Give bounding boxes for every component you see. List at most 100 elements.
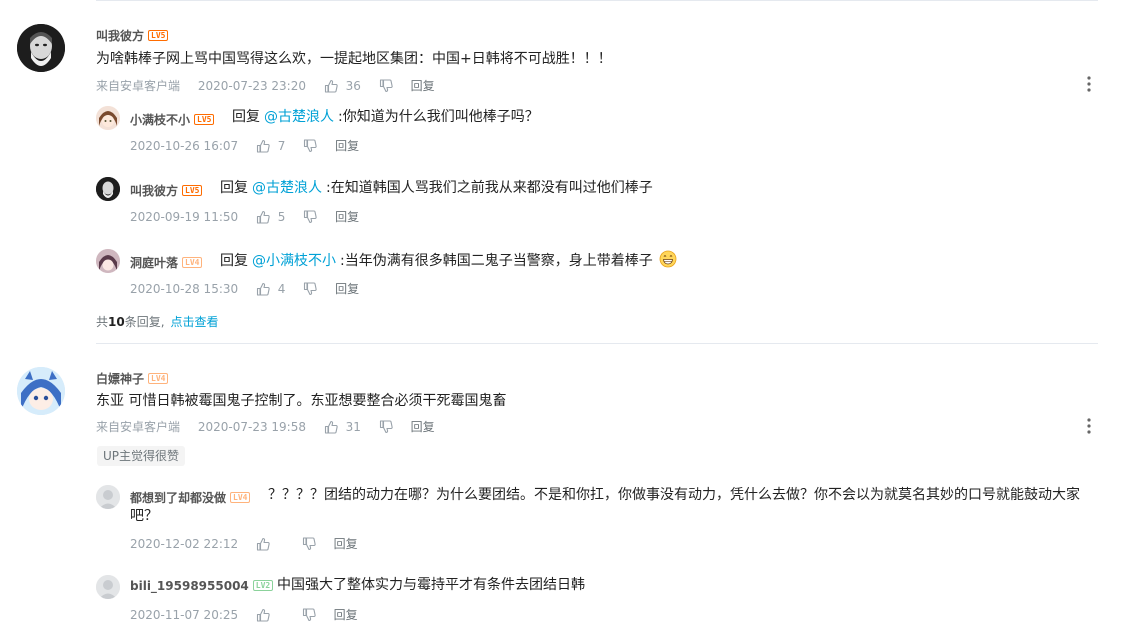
like-icon[interactable] [324, 79, 338, 93]
grin-emoji-icon [659, 250, 677, 268]
view-more-link[interactable]: 点击查看 [171, 315, 219, 329]
dislike-icon[interactable] [303, 138, 317, 153]
anime-girl-avatar-icon [96, 106, 120, 130]
portrait-avatar-icon [17, 24, 65, 72]
mention-link[interactable]: @古楚浪人 [252, 180, 322, 196]
reply-prefix: 回复 [232, 109, 260, 125]
dislike-icon[interactable] [302, 607, 316, 622]
like-icon[interactable] [256, 139, 270, 153]
like-icon[interactable] [256, 282, 270, 296]
like-count: 7 [277, 138, 286, 153]
like-icon[interactable] [256, 537, 270, 551]
reply-avatar[interactable] [96, 249, 120, 273]
reply-body: :当年伪满有很多韩国二鬼子当警察，身上带着棒子 [340, 253, 653, 269]
comment-meta: 来自安卓客户端 2020-07-23 23:20 36 回复 [96, 77, 435, 94]
level-badge: LV5 [182, 185, 203, 196]
avatar[interactable] [17, 24, 65, 72]
level-badge: LV2 [252, 580, 274, 591]
reply-button[interactable]: 回复 [334, 607, 358, 623]
reply-button[interactable]: 回复 [335, 138, 359, 154]
reply-avatar[interactable] [96, 485, 120, 509]
reply-username-text[interactable]: 叫我彼方 [130, 184, 178, 198]
reply-text: ？？？？团结的动力在哪？为什么要团结。不是和你扛，你做事没有动力，凭什么去做？你… [130, 487, 1080, 524]
anime-avatar-icon [96, 249, 120, 273]
reply-text: 回复 @小满枝不小:当年伪满有很多韩国二鬼子当警察，身上带着棒子 [220, 250, 677, 271]
dislike-icon[interactable] [302, 536, 316, 551]
comment-text: 为啥韩棒子网上骂中国骂得这么欢，一提起地区集团：中国+日韩将不可战胜！！！ [96, 51, 612, 67]
more-options-icon[interactable] [1087, 418, 1091, 434]
more-options-icon[interactable] [1087, 76, 1091, 92]
reply-button[interactable]: 回复 [411, 78, 435, 94]
portrait-avatar-icon [96, 177, 120, 201]
default-avatar-icon [96, 485, 120, 509]
comment-divider [96, 343, 1098, 344]
timestamp: 2020-09-19 11:50 [130, 209, 239, 224]
like-icon[interactable] [256, 608, 270, 622]
comment-meta: 来自安卓客户端 2020-07-23 19:58 31 回复 [96, 418, 435, 435]
reply-button[interactable]: 回复 [335, 281, 359, 297]
up-liked-badge: UP主觉得很赞 [97, 446, 186, 466]
reply-button[interactable]: 回复 [334, 536, 358, 552]
reply-avatar[interactable] [96, 575, 120, 599]
reply-body: :在知道韩国人骂我们之前我从来都没有叫过他们棒子 [326, 180, 653, 196]
default-avatar-icon [96, 575, 120, 599]
like-icon[interactable] [256, 210, 270, 224]
timestamp: 2020-07-23 19:58 [197, 419, 306, 434]
dislike-icon[interactable] [379, 419, 393, 434]
source-text: 来自安卓客户端 [96, 78, 181, 93]
reply-meta: 2020-10-28 15:30 4 回复 [130, 280, 359, 297]
reply-count: 10 [108, 315, 125, 329]
timestamp: 2020-11-07 20:25 [130, 607, 239, 622]
mention-link[interactable]: @古楚浪人 [264, 109, 334, 125]
reply-username-text[interactable]: 洞庭叶落 [130, 256, 178, 270]
reply-username-text[interactable]: 小满枝不小 [130, 113, 190, 127]
dislike-icon[interactable] [379, 78, 393, 93]
comment-text: 东亚 可惜日韩被霉国鬼子控制了。东亚想要整合必须干死霉国鬼畜 [96, 393, 507, 409]
reply-text: 回复 @古楚浪人:在知道韩国人骂我们之前我从来都没有叫过他们棒子 [220, 178, 653, 198]
reply-username[interactable]: 叫我彼方 LV5 [130, 182, 203, 199]
level-badge: LV4 [182, 257, 203, 268]
reply-meta: 2020-09-19 11:50 5 回复 [130, 208, 359, 225]
reply-username[interactable]: 小满枝不小 LV5 [130, 111, 215, 128]
reply-meta: 2020-11-07 20:25 回复 [130, 606, 358, 623]
more-prefix: 共 [96, 315, 109, 329]
reply-avatar[interactable] [96, 106, 120, 130]
username[interactable]: 白嫖神子 LV4 [96, 370, 169, 387]
level-badge: LV4 [148, 373, 169, 384]
reply-meta: 2020-10-26 16:07 7 回复 [130, 137, 359, 154]
like-count: 31 [345, 419, 361, 434]
like-icon[interactable] [324, 420, 338, 434]
avatar[interactable] [17, 367, 65, 415]
username-text[interactable]: 白嫖神子 [96, 372, 144, 386]
dislike-icon[interactable] [303, 209, 317, 224]
level-badge: LV5 [148, 30, 169, 41]
reply-body: :你知道为什么我们叫他棒子吗？ [338, 109, 539, 125]
reply-text: 回复 @古楚浪人:你知道为什么我们叫他棒子吗？ [232, 107, 539, 127]
level-badge: LV5 [194, 114, 215, 125]
username[interactable]: 叫我彼方 LV5 [96, 27, 169, 44]
reply-prefix: 回复 [220, 180, 248, 196]
reply-username-text[interactable]: bili_19598955004 [130, 579, 249, 593]
timestamp: 2020-07-23 23:20 [197, 78, 306, 93]
like-count: 5 [277, 209, 286, 224]
anime-avatar-icon [17, 367, 65, 415]
reply-button[interactable]: 回复 [335, 209, 359, 225]
top-divider [96, 0, 1098, 1]
timestamp: 2020-10-26 16:07 [130, 138, 239, 153]
mention-link[interactable]: @小满枝不小 [252, 253, 336, 269]
timestamp: 2020-10-28 15:30 [130, 281, 239, 296]
reply-text: 中国强大了整体实力与霉持平才有条件去团结日韩 [277, 577, 585, 593]
reply-avatar[interactable] [96, 177, 120, 201]
reply-meta: 2020-12-02 22:12 回复 [130, 535, 358, 552]
like-count: 4 [277, 281, 286, 296]
view-more-replies: 共10条回复, 点击查看 [96, 313, 219, 330]
reply-prefix: 回复 [220, 253, 248, 269]
reply-username[interactable]: 洞庭叶落 LV4 [130, 254, 203, 271]
username-text[interactable]: 叫我彼方 [96, 29, 144, 43]
like-count: 36 [345, 78, 361, 93]
source-text: 来自安卓客户端 [96, 419, 181, 434]
reply-username[interactable]: bili_19598955004 LV2 [130, 579, 274, 593]
reply-button[interactable]: 回复 [411, 419, 435, 435]
timestamp: 2020-12-02 22:12 [130, 536, 239, 551]
dislike-icon[interactable] [303, 281, 317, 296]
